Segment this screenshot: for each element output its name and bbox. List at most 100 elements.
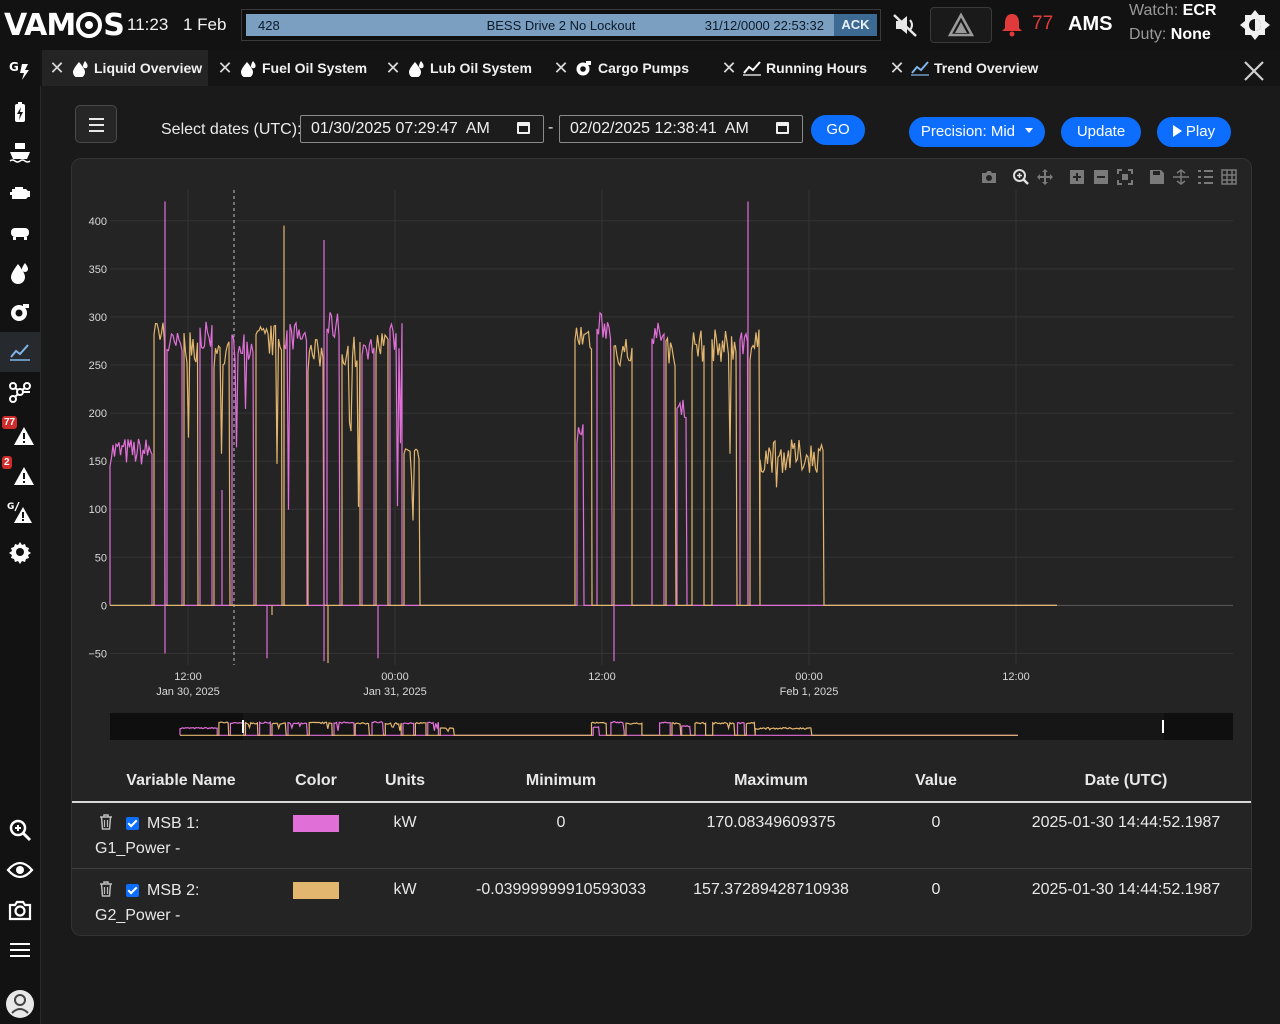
tab-cargo-pumps[interactable]: ✕ Cargo Pumps: [546, 50, 710, 86]
alarm-count: 77: [1032, 13, 1054, 34]
duty-value: None: [1170, 26, 1211, 43]
alarm-number: 428: [258, 18, 280, 33]
tab-label: Trend Overview: [934, 60, 1039, 76]
sidebar-item-generators[interactable]: G: [0, 50, 40, 90]
tab-lub-oil-system[interactable]: ✕ Lub Oil System: [378, 50, 542, 86]
x-tick-date: Jan 30, 2025: [156, 686, 220, 698]
update-button[interactable]: Update: [1061, 117, 1141, 147]
end-date-value: 02/02/2025 12:38:41 AM: [570, 120, 749, 137]
sidebar-item-menu[interactable]: [0, 930, 40, 970]
caret-down-icon: [1025, 128, 1034, 133]
alarm-count-button[interactable]: 77: [1000, 10, 1058, 38]
col-variable-name: Variable Name: [126, 772, 236, 789]
alarm-strip[interactable]: 428 BESS Drive 2 No Lockout 31/12/0000 2…: [246, 14, 834, 36]
warning-badge: 2: [2, 456, 12, 469]
trash-icon[interactable]: [99, 881, 113, 897]
trash-icon[interactable]: [99, 814, 113, 830]
row-checkbox[interactable]: [126, 817, 139, 830]
tab-running-hours[interactable]: ✕ Running Hours: [714, 50, 878, 86]
gen-warning-icon: G: [7, 501, 32, 523]
close-icon[interactable]: ✕: [551, 58, 571, 79]
col-value: Value: [915, 772, 957, 789]
tab-bar: ✕ Liquid Overview ✕ Fuel Oil System ✕ Lu…: [40, 50, 1280, 86]
sidebar-item-trends[interactable]: [0, 332, 40, 372]
sidebar-item-pumps[interactable]: [0, 212, 40, 252]
sidebar-item-fuel[interactable]: [0, 252, 40, 292]
settings-icon: [9, 542, 31, 564]
chart-series: [109, 201, 1057, 664]
col-date: Date (UTC): [1084, 772, 1168, 789]
ack-button[interactable]: ACK: [834, 14, 877, 36]
play-button[interactable]: Play: [1157, 117, 1231, 147]
tab-label: Cargo Pumps: [598, 60, 690, 76]
sun-icon: [1240, 10, 1270, 40]
theme-toggle-button[interactable]: [1238, 8, 1272, 42]
sidebar-item-settings[interactable]: [0, 532, 40, 572]
play-icon: [1172, 125, 1182, 137]
alarm-banner[interactable]: 428 BESS Drive 2 No Lockout 31/12/0000 2…: [241, 9, 881, 41]
close-icon[interactable]: ✕: [215, 58, 235, 79]
tab-label: Fuel Oil System: [262, 60, 368, 76]
y-tick-label: 0: [101, 600, 107, 612]
sidebar-item-network[interactable]: [0, 372, 40, 412]
sidebar-item-warnings[interactable]: 2: [0, 452, 40, 492]
close-icon[interactable]: ✕: [887, 58, 907, 79]
fuel-drop-icon: [406, 58, 426, 78]
tab-label: Running Hours: [766, 60, 868, 76]
range-slider[interactable]: [110, 713, 1233, 740]
calendar-icon[interactable]: [517, 122, 530, 134]
go-button[interactable]: GO: [811, 115, 865, 145]
tab-trend-overview[interactable]: ✕ Trend Overview: [882, 50, 1046, 86]
close-icon[interactable]: ✕: [719, 58, 739, 79]
start-date-input[interactable]: 01/30/2025 07:29:47 AM: [300, 115, 544, 143]
warning-icon: [14, 467, 34, 485]
col-units: Units: [385, 772, 425, 789]
y-tick-label: 300: [89, 312, 107, 324]
tab-fuel-oil-system[interactable]: ✕ Fuel Oil System: [210, 50, 374, 86]
row-color-swatch[interactable]: [293, 882, 339, 899]
trend-chart[interactable]: 400 350 300 250 200 150 100 50 0 −50 12:00 Jan 30,…: [72, 160, 1250, 750]
precision-dropdown[interactable]: Precision: Mid: [909, 117, 1045, 147]
end-date-input[interactable]: 02/02/2025 12:38:41 AM: [559, 115, 803, 143]
fuel-drop-icon: [70, 58, 90, 78]
row-date: 2025-01-30 14:44:52.1987: [1031, 881, 1221, 898]
cargo-pump-icon: [574, 58, 594, 78]
watch-value: ECR: [1182, 2, 1217, 19]
row-checkbox[interactable]: [126, 884, 139, 897]
sidebar-item-view[interactable]: [0, 850, 40, 890]
precision-label: Precision: Mid: [920, 123, 1016, 140]
row-date: 2025-01-30 14:44:52.1987: [1031, 814, 1221, 831]
y-tick-label: 350: [89, 264, 107, 276]
sidebar-item-zoom[interactable]: [0, 810, 40, 850]
tab-liquid-overview[interactable]: ✕ Liquid Overview: [42, 50, 208, 86]
close-all-tabs-button[interactable]: [1241, 58, 1267, 84]
row-variable-name-line2: G1_Power -: [95, 840, 181, 857]
engine-icon: [10, 187, 30, 199]
alarm-filter-button[interactable]: [930, 7, 992, 43]
cargo-pump-icon: [11, 304, 29, 321]
sidebar-item-engines[interactable]: [0, 172, 40, 212]
sidebar-item-vessel[interactable]: [0, 132, 40, 172]
mute-button[interactable]: [884, 9, 928, 41]
series-line-g1-power: [109, 311, 1057, 606]
chart-menu-button[interactable]: [75, 105, 117, 143]
close-icon[interactable]: ✕: [383, 58, 403, 79]
sidebar-item-screenshot[interactable]: [0, 890, 40, 930]
sidebar-item-alarms[interactable]: 77: [0, 412, 40, 452]
trend-chart-icon: [10, 344, 30, 361]
sidebar-item-user[interactable]: [0, 984, 40, 1024]
sidebar-item-gen-alarms[interactable]: G: [0, 492, 40, 532]
sidebar-item-battery[interactable]: [0, 92, 40, 132]
sidebar-item-cargo[interactable]: [0, 292, 40, 332]
row-value: 0: [931, 881, 941, 898]
calendar-icon[interactable]: [776, 122, 789, 134]
start-date-value: 01/30/2025 07:29:47 AM: [311, 120, 490, 137]
gear-icon: [76, 12, 103, 38]
y-tick-label: 250: [89, 360, 107, 372]
close-icon[interactable]: ✕: [47, 58, 67, 79]
close-icon: [1244, 61, 1264, 81]
row-color-swatch[interactable]: [293, 815, 339, 832]
pump-icon: [11, 228, 29, 240]
fuel-drop-icon: [11, 263, 28, 284]
row-units: kW: [393, 814, 417, 831]
